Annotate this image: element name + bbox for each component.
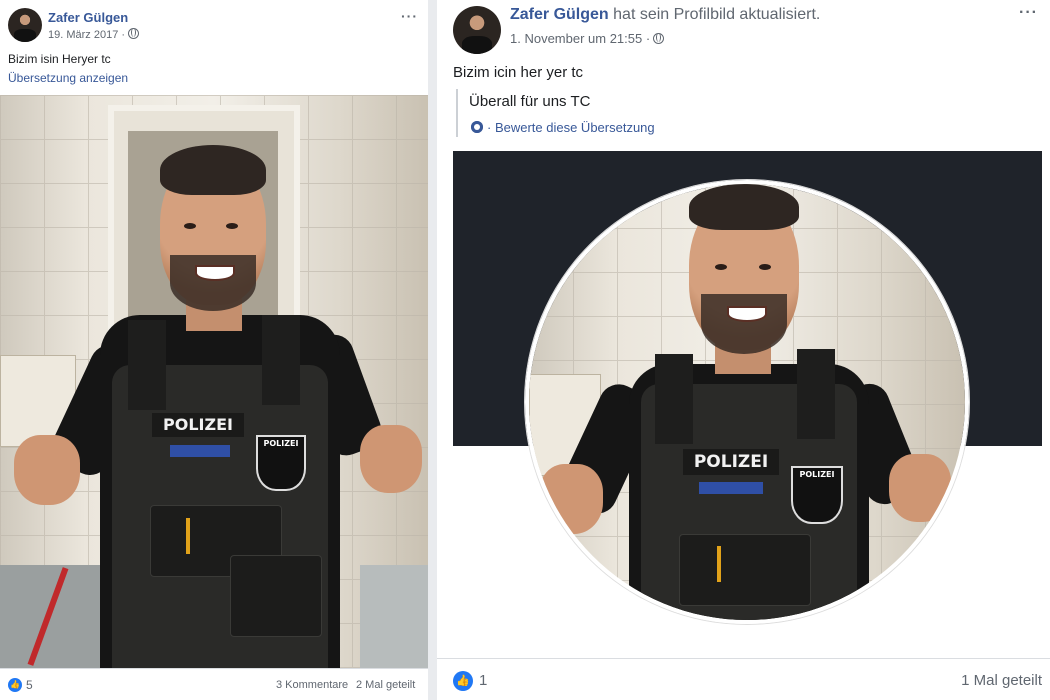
translation-text: Überall für uns TC xyxy=(469,93,591,110)
reaction-count[interactable]: 1 xyxy=(479,672,487,689)
left-hand xyxy=(14,435,80,505)
share-count[interactable]: 1 Mal geteilt xyxy=(961,672,1042,689)
post-header-line: Zafer Gülgen hat sein Profilbild aktuali… xyxy=(510,6,820,24)
translation-bar xyxy=(456,89,458,137)
author-name[interactable]: Zafer Gülgen xyxy=(48,10,128,25)
vest-strap-left xyxy=(655,354,693,444)
right-hand xyxy=(360,425,422,493)
more-options-button[interactable]: ··· xyxy=(401,8,418,24)
hair xyxy=(160,145,266,195)
post-date-text: 1. November um 21:55 · xyxy=(510,31,651,46)
polizei-patch: POLIZEI xyxy=(683,449,779,475)
left-hand xyxy=(539,464,603,534)
vest-strap-right xyxy=(262,315,300,405)
post-left: Zafer Gülgen 19. März 2017 · ··· Bizim i… xyxy=(0,0,428,700)
rank-stars xyxy=(170,445,230,457)
pen xyxy=(186,518,190,554)
post-right: Zafer Gülgen hat sein Profilbild aktuali… xyxy=(437,0,1050,700)
smile xyxy=(195,265,235,281)
rate-translation-link[interactable]: · Bewerte diese Übersetzung xyxy=(487,120,655,135)
reaction-count[interactable]: 5 xyxy=(26,678,33,692)
post-text: Bizim icin her yer tc xyxy=(453,64,584,81)
right-eye xyxy=(226,223,238,229)
like-reaction-icon[interactable]: 👍 xyxy=(8,678,22,692)
police-badge: POLIZEI xyxy=(256,435,306,491)
more-options-button[interactable]: ··· xyxy=(1019,4,1038,22)
holster xyxy=(230,555,322,637)
share-count[interactable]: 2 Mal geteilt xyxy=(356,679,415,691)
hair xyxy=(689,184,799,230)
polizei-patch: POLIZEI xyxy=(152,413,244,437)
beard xyxy=(170,255,256,311)
post-date[interactable]: 1. November um 21:55 · xyxy=(510,31,665,46)
left-eye xyxy=(184,223,196,229)
right-hand xyxy=(889,454,951,522)
vest-strap-right xyxy=(797,349,835,439)
post-footer: 👍 5 3 Kommentare 2 Mal geteilt xyxy=(0,668,428,700)
author-avatar[interactable] xyxy=(8,8,42,42)
post-date-text: 19. März 2017 · xyxy=(48,29,126,41)
vest-strap-left xyxy=(128,320,166,410)
beard xyxy=(701,294,787,354)
like-reaction-icon[interactable]: 👍 xyxy=(453,671,473,691)
left-eye xyxy=(715,264,727,270)
profile-photo: POLIZEI POLIZEI xyxy=(529,184,965,620)
rank-stars xyxy=(699,482,763,494)
globe-icon xyxy=(128,28,140,39)
profile-picture[interactable]: POLIZEI POLIZEI xyxy=(525,180,969,624)
post-photo[interactable]: POLIZEI POLIZEI xyxy=(0,95,428,668)
translate-link[interactable]: Übersetzung anzeigen xyxy=(8,71,128,85)
vest-pouch xyxy=(679,534,811,606)
police-badge: POLIZEI xyxy=(791,466,843,524)
post-date[interactable]: 19. März 2017 · xyxy=(48,28,140,41)
right-eye xyxy=(759,264,771,270)
post-action: hat sein Profilbild aktualisiert. xyxy=(613,6,821,23)
post-footer: 👍 1 1 Mal geteilt xyxy=(437,658,1050,700)
pen xyxy=(717,546,721,582)
globe-icon xyxy=(653,33,665,44)
author-avatar[interactable] xyxy=(453,6,501,54)
smile xyxy=(727,306,767,322)
person: POLIZEI POLIZEI xyxy=(0,95,428,668)
gear-icon[interactable] xyxy=(471,121,483,133)
comment-count[interactable]: 3 Kommentare xyxy=(276,679,348,691)
post-text: Bizim isin Heryer tc xyxy=(8,52,111,66)
author-name[interactable]: Zafer Gülgen xyxy=(510,6,609,23)
